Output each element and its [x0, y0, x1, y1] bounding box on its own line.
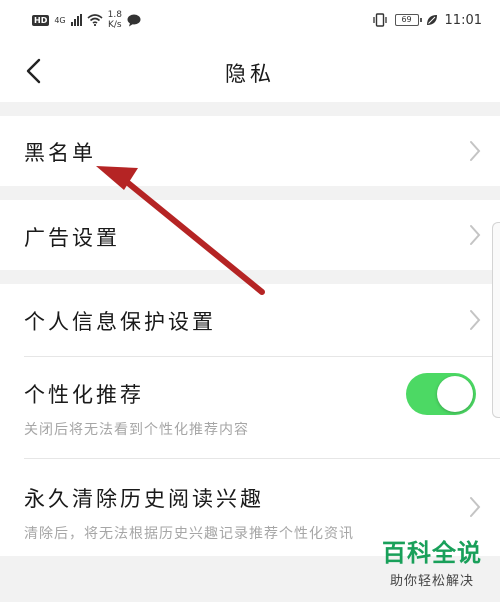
clock: 11:01 — [444, 12, 482, 28]
row-clear-history-label: 永久清除历史阅读兴趣 — [24, 487, 264, 511]
row-blacklist-label: 黑名单 — [24, 141, 96, 165]
watermark-logo: 百科全说 助你轻松解决 — [376, 538, 488, 589]
row-ad-settings-label: 广告设置 — [24, 226, 120, 250]
privacy-settings-group: 个人信息保护设置 个性化推荐 关闭后将无法看到个性化推荐内容 永久清除历史阅读兴… — [0, 284, 500, 556]
row-personal-info-label: 个人信息保护设置 — [24, 310, 216, 334]
signal-icon — [70, 14, 82, 26]
hd-badge: HD — [32, 14, 50, 26]
message-icon — [127, 14, 141, 26]
watermark-title: 百科全说 — [382, 539, 482, 567]
wifi-icon — [87, 14, 103, 26]
page-title: 隐私 — [225, 62, 275, 86]
chevron-right-icon — [470, 310, 481, 330]
row-personalized-label: 个性化推荐 — [24, 383, 144, 407]
chevron-right-icon — [470, 497, 481, 517]
leaf-icon — [426, 15, 437, 25]
status-bar: HD 4G 1.8 K/s 69 11:01 — [0, 0, 500, 40]
watermark-subtitle: 助你轻松解决 — [389, 574, 474, 589]
network-type: 4G — [54, 15, 66, 25]
network-speed: 1.8 K/s — [107, 10, 122, 30]
toggle-knob — [437, 376, 473, 412]
scrollbar[interactable] — [492, 222, 500, 418]
personalized-toggle[interactable] — [406, 373, 476, 415]
row-ad-settings[interactable]: 广告设置 — [0, 200, 500, 270]
vibrate-icon — [372, 13, 387, 27]
row-clear-history-desc: 清除后，将无法根据历史兴趣记录推荐个性化资讯 — [24, 526, 354, 542]
chevron-right-icon — [470, 225, 481, 245]
row-personalized-desc: 关闭后将无法看到个性化推荐内容 — [24, 422, 249, 438]
nav-bar: 隐私 — [0, 40, 500, 102]
chevron-right-icon — [470, 141, 481, 161]
row-personalized-recommend: 个性化推荐 关闭后将无法看到个性化推荐内容 — [0, 357, 500, 457]
row-blacklist[interactable]: 黑名单 — [0, 116, 500, 186]
battery-icon: 69 — [394, 14, 422, 26]
row-personal-info[interactable]: 个人信息保护设置 — [0, 284, 500, 356]
